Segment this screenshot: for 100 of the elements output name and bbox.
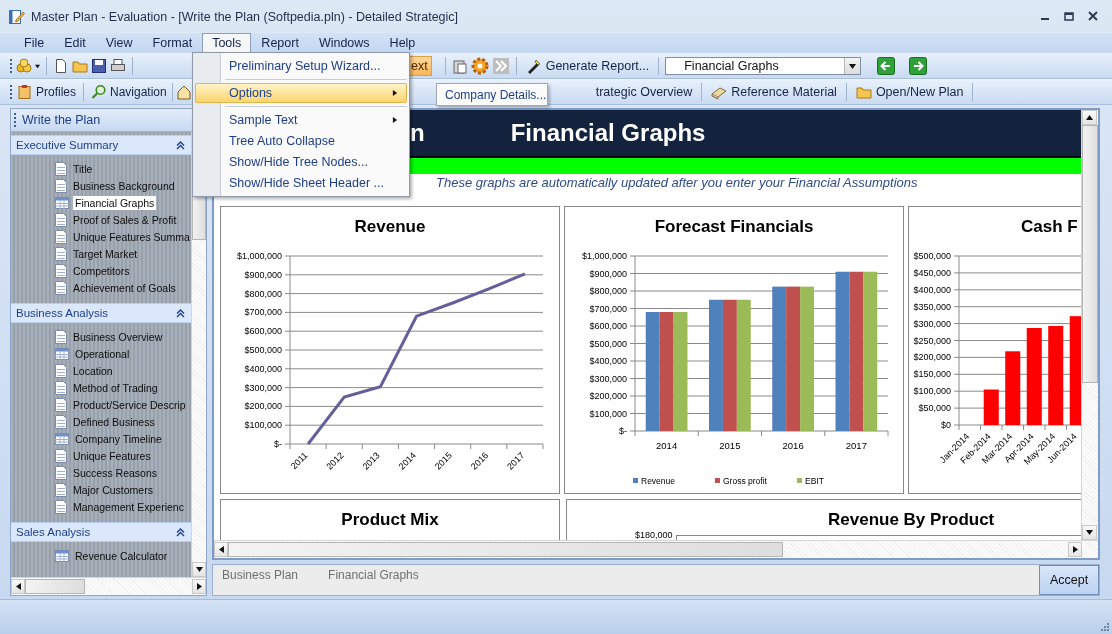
chart-title: Cash F: [1021, 217, 1078, 237]
axis-label: $800,000: [589, 286, 627, 296]
menu-item[interactable]: Edit: [54, 33, 96, 53]
legend-label: Gross profit: [723, 476, 767, 486]
axis-label: $400,000: [589, 356, 627, 366]
tree-item[interactable]: Major Customers: [71, 482, 155, 497]
panel-title: Write the Plan: [22, 113, 101, 127]
menu-item[interactable]: Help: [379, 33, 426, 53]
axis-label: $200,000: [913, 352, 951, 363]
menu-item[interactable]: View: [95, 33, 143, 53]
axis-label: $100,000: [589, 408, 627, 419]
tree-item[interactable]: Management Experienc: [71, 499, 186, 514]
reference-material-button[interactable]: Reference Material: [708, 83, 840, 101]
menu-item[interactable]: Report: [251, 33, 309, 53]
generate-report-button[interactable]: Generate Report...: [522, 57, 653, 75]
chart-title: Forecast Financials: [654, 217, 814, 237]
tree-item[interactable]: Business Overview: [71, 329, 165, 344]
tree-item[interactable]: Revenue Calculator: [73, 548, 170, 563]
menu-item[interactable]: Format: [142, 33, 203, 53]
submenu-entry[interactable]: Company Details...: [436, 83, 548, 106]
axis-label: $900,000: [589, 268, 627, 279]
navigation-button[interactable]: Navigation: [90, 83, 168, 101]
tree-item[interactable]: Proof of Sales & Profit: [71, 212, 179, 227]
axis-label: $500,000: [244, 345, 282, 355]
tree-item[interactable]: Achievement of Goals: [71, 280, 178, 295]
strategic-overview-button[interactable]: trategic Overview: [592, 84, 696, 100]
section-header[interactable]: Executive Summary: [11, 135, 191, 155]
axis-label: 2015: [719, 440, 741, 451]
menu-item[interactable]: Tools: [202, 33, 252, 53]
axis-label: $400,000: [244, 363, 282, 374]
tree-item[interactable]: Company Timeline: [73, 431, 164, 446]
tree-item[interactable]: Operational: [73, 346, 132, 361]
tree-item[interactable]: Target Market: [71, 246, 140, 261]
menu-entry[interactable]: Show/Hide Tree Nodes...: [195, 152, 407, 172]
section-header[interactable]: Business Analysis: [11, 303, 191, 323]
breadcrumb-item: Financial Graphs: [328, 568, 419, 582]
subtitle: These graphs are automatically updated after you enter your Financial Assumptions: [436, 174, 918, 192]
legend-label: Revenue: [641, 476, 676, 486]
legend-label: EBIT: [805, 476, 824, 486]
accept-button[interactable]: Accept: [1039, 565, 1099, 595]
axis-label: $1,000,000: [236, 251, 282, 261]
axis-label: $100,000: [244, 420, 282, 431]
axis-label: $900,000: [244, 269, 282, 280]
axis-label: $300,000: [244, 382, 282, 393]
tree-item[interactable]: Location: [71, 363, 115, 378]
axis-label: $200,000: [244, 401, 282, 412]
axis-label: $700,000: [589, 303, 627, 314]
tree-item[interactable]: Title: [71, 161, 95, 176]
next-button[interactable]: ext: [410, 56, 432, 76]
tree-item[interactable]: Unique Features: [71, 448, 153, 463]
axis-label: $400,000: [913, 284, 951, 295]
window-title: Master Plan - Evaluation - [Write the Plan (Softpedia.pln) - Detailed Strategic]: [31, 9, 459, 24]
page-select[interactable]: Financial Graphs: [665, 57, 862, 75]
axis-label: $600,000: [244, 326, 282, 337]
tree-item[interactable]: Business Background: [71, 178, 177, 193]
axis-label: $150,000: [913, 369, 951, 380]
axis-label: $500,000: [913, 251, 951, 261]
axis-label: $50,000: [918, 403, 951, 414]
menu-entry[interactable]: Show/Hide Sheet Header ...: [195, 173, 407, 193]
axis-label: $-: [619, 426, 627, 436]
axis-label: $300,000: [589, 373, 627, 384]
axis-label: $100,000: [913, 386, 951, 397]
axis-label: $450,000: [913, 267, 951, 278]
section-header[interactable]: Sales Analysis: [11, 522, 191, 542]
axis-label: $200,000: [589, 391, 627, 401]
axis-label: $800,000: [244, 288, 282, 299]
tree-item[interactable]: Defined Business: [71, 414, 157, 429]
axis-label: 2016: [782, 440, 804, 451]
axis-label: $600,000: [589, 321, 627, 331]
axis-label: $180,000: [635, 530, 673, 540]
tree-item[interactable]: Success Reasons: [71, 465, 160, 480]
tree-item[interactable]: Financial Graphs: [73, 195, 157, 210]
axis-label: $500,000: [589, 338, 627, 349]
axis-label: $-: [274, 439, 282, 449]
axis-label: $700,000: [244, 307, 282, 318]
profiles-button[interactable]: Profiles: [16, 83, 77, 101]
chart-title: Product Mix: [341, 510, 439, 530]
menu-entry[interactable]: Options: [195, 83, 407, 103]
axis-label: 2014: [656, 440, 678, 451]
banner-title: Financial Graphs: [510, 119, 706, 147]
banner-title: n: [410, 119, 425, 147]
tree-item[interactable]: Method of Trading: [71, 380, 160, 395]
tree-item[interactable]: Product/Service Descrip: [71, 397, 188, 412]
axis-label: $250,000: [913, 335, 951, 346]
axis-label: $0: [941, 420, 951, 430]
breadcrumb-item: Business Plan: [222, 568, 299, 582]
menu-entry[interactable]: Tree Auto Collapse: [195, 131, 407, 151]
chart-title: Revenue By Product: [828, 510, 995, 530]
tree-item[interactable]: Competitors: [71, 263, 132, 278]
chart-title: Revenue: [354, 217, 426, 237]
menu-entry[interactable]: Preliminary Setup Wizard...: [195, 56, 407, 76]
axis-label: $300,000: [913, 318, 951, 329]
menu-item[interactable]: Windows: [308, 33, 380, 53]
menu-item[interactable]: File: [14, 33, 55, 53]
axis-label: $1,000,000: [581, 251, 627, 261]
open-plan-button[interactable]: Open/New Plan: [852, 83, 967, 101]
menu-entry[interactable]: Sample Text: [195, 110, 407, 130]
axis-label: $350,000: [913, 301, 951, 312]
axis-label: 2017: [845, 440, 867, 451]
tree-item[interactable]: Unique Features Summa: [71, 229, 191, 244]
